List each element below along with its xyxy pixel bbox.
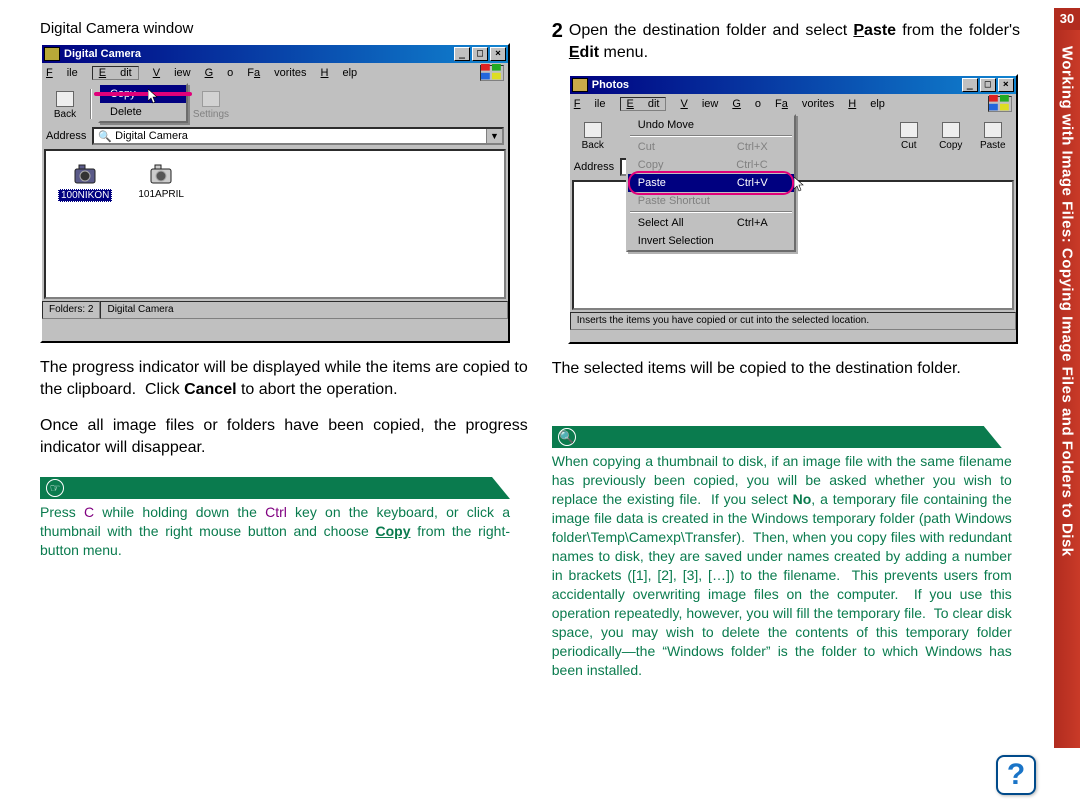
page-number: 30 xyxy=(1054,8,1080,30)
window-title: Digital Camera xyxy=(64,48,141,60)
menu-help[interactable]: Help xyxy=(321,67,358,79)
section-title: Working with Image Files: Copying Image … xyxy=(1059,46,1076,557)
arrow-left-icon xyxy=(56,91,74,107)
menuitem-copy[interactable]: Copy xyxy=(100,85,186,103)
settings-icon xyxy=(202,91,220,107)
hand-icon: ☞ xyxy=(46,479,64,497)
status-bar: Folders: 2 Digital Camera xyxy=(42,301,508,319)
menu-go[interactable]: Go xyxy=(732,98,761,110)
copy-icon xyxy=(942,122,960,138)
menu-view[interactable]: View xyxy=(680,98,718,110)
arrow-left-icon xyxy=(584,122,602,138)
menu-view[interactable]: View xyxy=(153,67,191,79)
folder-101april[interactable]: 101APRIL xyxy=(138,163,184,285)
minimize-button[interactable]: _ xyxy=(454,47,470,61)
menu-edit[interactable]: Edit xyxy=(620,97,667,111)
menuitem-cut: CutCtrl+X xyxy=(628,138,794,156)
camera-folder-icon xyxy=(147,163,175,187)
cut-button[interactable]: Cut xyxy=(888,116,930,154)
status-folders: Folders: 2 xyxy=(42,301,100,319)
scissors-icon xyxy=(900,122,918,138)
menuitem-paste[interactable]: PasteCtrl+V xyxy=(628,174,794,192)
back-button[interactable]: Back xyxy=(44,85,86,123)
tip-bar: 🔍 xyxy=(552,426,1002,448)
window-title: Photos xyxy=(592,79,629,91)
search-bulb-icon: 🔍 xyxy=(558,428,576,446)
menuitem-undo-move[interactable]: Undo Move xyxy=(628,116,794,134)
step-number: 2 xyxy=(552,20,563,64)
menu-help[interactable]: Help xyxy=(848,98,885,110)
paragraph-after-paste: The selected items will be copied to the… xyxy=(552,358,1020,380)
address-dropdown-button[interactable]: ▼ xyxy=(486,129,502,143)
figure-caption: Digital Camera window xyxy=(40,20,528,37)
tip-bar: ☞ xyxy=(40,477,510,499)
menubar: File Edit View Go Favorites Help xyxy=(42,63,508,83)
paste-icon xyxy=(984,122,1002,138)
help-icon[interactable]: ? xyxy=(996,755,1036,795)
menuitem-delete[interactable]: Delete xyxy=(100,103,186,121)
paragraph-disappear: Once all image files or folders have bee… xyxy=(40,415,528,459)
windows-logo-icon xyxy=(480,65,504,81)
address-field[interactable]: 🔍 Digital Camera ▼ xyxy=(92,127,504,145)
menuitem-copy: CopyCtrl+C xyxy=(628,156,794,174)
edit-dropdown: Copy Delete xyxy=(98,83,188,123)
menu-favorites[interactable]: Favorites xyxy=(775,98,834,110)
step-line: 2 Open the destination folder and select… xyxy=(552,20,1020,64)
digital-camera-window: Digital Camera _ □ × File Edit View Go F… xyxy=(40,43,510,343)
side-tab: 30 Working with Image Files: Copying Ima… xyxy=(1054,8,1080,748)
address-label: Address xyxy=(46,130,86,142)
tip-text-right: When copying a thumbnail to disk, if an … xyxy=(552,452,1012,680)
maximize-button[interactable]: □ xyxy=(980,78,996,92)
titlebar: Photos _ □ × xyxy=(570,76,1016,94)
status-bar: Inserts the items you have copied or cut… xyxy=(570,312,1016,330)
folder-100nikon[interactable]: 100NIKON xyxy=(58,163,112,285)
menu-file[interactable]: File xyxy=(46,67,78,79)
camera-icon xyxy=(44,47,60,61)
paste-button[interactable]: Paste xyxy=(972,116,1014,154)
menu-edit[interactable]: Edit xyxy=(92,66,139,80)
paragraph-progress: The progress indicator will be displayed… xyxy=(40,357,528,401)
menubar: File Edit View Go Favorites Help xyxy=(570,94,1016,114)
status-message: Inserts the items you have copied or cut… xyxy=(570,312,1016,330)
photos-window: Photos _ □ × File Edit View Go Favorites… xyxy=(568,74,1018,344)
titlebar: Digital Camera _ □ × xyxy=(42,45,508,63)
address-bar: Address 🔍 Digital Camera ▼ xyxy=(42,125,508,147)
tip-text-left: Press C while holding down the Ctrl key … xyxy=(40,503,510,560)
folder-icon xyxy=(572,78,588,92)
minimize-button[interactable]: _ xyxy=(962,78,978,92)
back-button[interactable]: Back xyxy=(572,116,614,154)
copy-button[interactable]: Copy xyxy=(930,116,972,154)
file-pane[interactable]: 100NIKON 101APRIL xyxy=(44,149,506,299)
menuitem-paste-shortcut: Paste Shortcut xyxy=(628,192,794,210)
menuitem-select-all[interactable]: Select AllCtrl+A xyxy=(628,214,794,232)
menu-go[interactable]: Go xyxy=(205,67,234,79)
menuitem-invert-selection[interactable]: Invert Selection xyxy=(628,232,794,250)
maximize-button[interactable]: □ xyxy=(472,47,488,61)
edit-dropdown: Undo Move CutCtrl+X CopyCtrl+C PasteCtrl… xyxy=(626,114,796,252)
address-label: Address xyxy=(574,161,614,173)
status-path: Digital Camera xyxy=(100,301,508,319)
close-button[interactable]: × xyxy=(490,47,506,61)
menu-favorites[interactable]: Favorites xyxy=(247,67,306,79)
close-button[interactable]: × xyxy=(998,78,1014,92)
windows-logo-icon xyxy=(988,96,1012,112)
settings-button: Settings xyxy=(190,85,232,123)
menu-file[interactable]: File xyxy=(574,98,606,110)
camera-folder-icon xyxy=(71,163,99,187)
